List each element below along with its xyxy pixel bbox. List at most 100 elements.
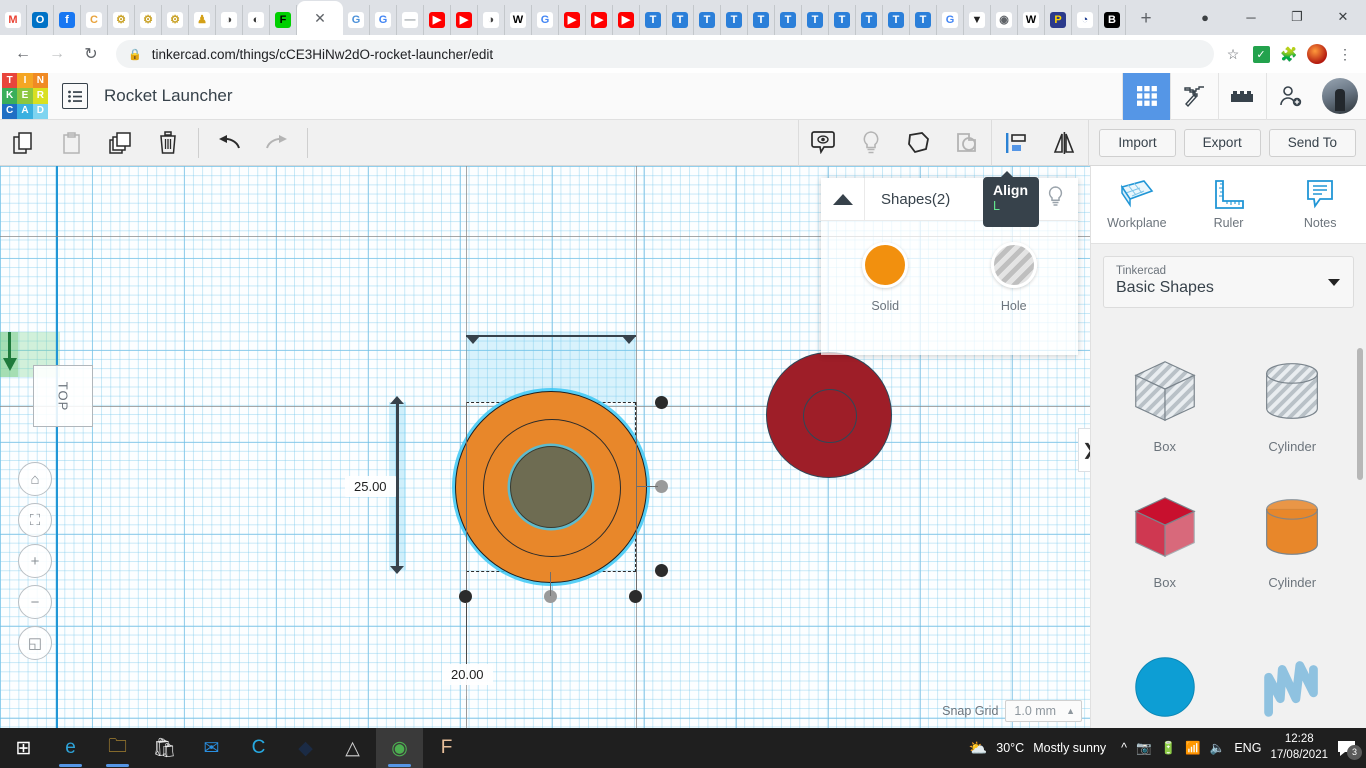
forward-arrow-icon[interactable]: → <box>42 39 72 69</box>
browser-tab-facebook[interactable]: f <box>54 5 81 35</box>
clock[interactable]: 12:28 17/08/2021 <box>1270 732 1328 763</box>
taskbar-mail-app[interactable]: ✉ <box>188 728 235 768</box>
browser-tab-globe-dark[interactable]: ◑ <box>216 5 243 35</box>
shapes-popup-panel[interactable]: Shapes(2) SolidHole <box>821 178 1078 355</box>
browser-tab-tinkercad-5[interactable]: T <box>748 5 775 35</box>
browser-tab-wikipedia-2[interactable]: W <box>1018 5 1045 35</box>
paste-icon[interactable] <box>48 120 96 166</box>
taskbar-start-button[interactable]: ⊞ <box>0 728 47 768</box>
shape-box-red[interactable]: Box <box>1101 464 1229 594</box>
shape-option-solid[interactable]: Solid <box>821 242 950 313</box>
mirror-flip-icon[interactable] <box>1040 120 1088 166</box>
redo-arrow-icon[interactable] <box>253 120 301 166</box>
solid-swatch[interactable] <box>862 242 908 288</box>
browser-tab-bird[interactable]: ◔ <box>1072 5 1099 35</box>
browser-tab-gmail[interactable]: M <box>0 5 27 35</box>
tinkercad-logo[interactable]: TINKERCAD <box>2 73 48 119</box>
sidebar-item-workplane[interactable]: Workplane <box>1091 179 1183 230</box>
notification-icon[interactable]: 3 <box>1337 740 1360 757</box>
shape-scribble-blue[interactable] <box>1229 600 1357 730</box>
browser-tab-tinkercad-active[interactable]: ✕ <box>297 1 343 35</box>
lego-bricks-icon[interactable] <box>1218 73 1266 120</box>
hole-swatch[interactable] <box>991 242 1037 288</box>
export-button[interactable]: Export <box>1184 129 1261 157</box>
grid-view-icon[interactable] <box>1122 73 1170 120</box>
browser-tab-triangle-dark[interactable]: ▼ <box>964 5 991 35</box>
profile-pin-icon[interactable]: ● <box>1182 0 1228 34</box>
browser-tab-c-orange[interactable]: C <box>81 5 108 35</box>
browser-tab-globe-dark-2[interactable]: ◑ <box>478 5 505 35</box>
taskbar-edge-browser[interactable]: e <box>47 728 94 768</box>
collapse-triangle-icon[interactable] <box>821 178 865 221</box>
taskbar-autodesk-app[interactable]: △ <box>329 728 376 768</box>
volume-icon[interactable]: 🔈 <box>1210 741 1226 756</box>
browser-tab-moon[interactable]: ◐ <box>243 5 270 35</box>
browser-tab-tinkercad-2[interactable]: T <box>667 5 694 35</box>
extensions-puzzle-icon[interactable]: 🧩 <box>1276 41 1302 67</box>
browser-tab-tinkercad-6[interactable]: T <box>775 5 802 35</box>
wifi-icon[interactable]: 📶 <box>1185 741 1201 756</box>
invite-person-icon[interactable] <box>1266 73 1314 120</box>
browser-tab-tinkercad-9[interactable]: T <box>856 5 883 35</box>
close-button[interactable]: ✕ <box>1320 0 1366 34</box>
shape-box-hole[interactable]: Box <box>1101 328 1229 458</box>
undo-arrow-icon[interactable] <box>205 120 253 166</box>
hole-center-circle[interactable] <box>510 446 592 528</box>
browser-tab-dash[interactable]: — <box>397 5 424 35</box>
browser-tab-classroom[interactable]: G <box>343 5 370 35</box>
reload-icon[interactable]: ↻ <box>76 39 106 69</box>
new-tab-button[interactable]: + <box>1132 5 1160 33</box>
light-bulb-icon[interactable] <box>847 120 895 166</box>
import-button[interactable]: Import <box>1099 129 1175 157</box>
browser-tab-fusion[interactable]: F <box>270 5 297 35</box>
duplicate-icon[interactable] <box>96 120 144 166</box>
fit-to-view-icon[interactable]: ⛶ <box>18 503 52 537</box>
browser-tab-youtube-1[interactable]: ▶ <box>424 5 451 35</box>
three-dot-menu-icon[interactable]: ⋮ <box>1332 41 1358 67</box>
browser-tab-youtube-3[interactable]: ▶ <box>559 5 586 35</box>
browser-tab-google-3[interactable]: G <box>937 5 964 35</box>
browser-tab-person[interactable]: ♟ <box>189 5 216 35</box>
browser-tab-youtube-5[interactable]: ▶ <box>613 5 640 35</box>
taskbar-fusion360-app[interactable]: F <box>423 728 470 768</box>
trash-delete-icon[interactable] <box>144 120 192 166</box>
send-to-button[interactable]: Send To <box>1269 129 1356 157</box>
chevron-down-icon[interactable] <box>1328 279 1340 286</box>
library-dropdown[interactable]: Tinkercad Basic Shapes <box>1103 256 1354 308</box>
browser-tab-robot-3[interactable]: ⚙ <box>162 5 189 35</box>
browser-tab-tinkercad-1[interactable]: T <box>640 5 667 35</box>
ungroup-shapes-icon[interactable] <box>943 120 991 166</box>
user-avatar[interactable] <box>1322 78 1358 114</box>
height-dimension-label[interactable]: 25.00 <box>345 476 396 497</box>
browser-tab-wikipedia-1[interactable]: W <box>505 5 532 35</box>
align-icon[interactable] <box>992 120 1040 166</box>
browser-tab-tinkercad-7[interactable]: T <box>802 5 829 35</box>
language-indicator[interactable]: ENG <box>1234 741 1261 755</box>
browser-tab-p21[interactable]: P <box>1045 5 1072 35</box>
browser-tab-chrome-gray[interactable]: ◉ <box>991 5 1018 35</box>
taskbar-cura-app[interactable]: C <box>235 728 282 768</box>
taskbar-chrome-browser[interactable]: ◉ <box>376 728 423 768</box>
depth-dimension-label[interactable]: 20.00 <box>442 664 493 685</box>
checkmark-extension-icon[interactable]: ✓ <box>1248 41 1274 67</box>
profile-avatar-icon[interactable] <box>1304 41 1330 67</box>
browser-tab-tinkercad-4[interactable]: T <box>721 5 748 35</box>
browser-tab-google[interactable]: G <box>370 5 397 35</box>
battery-icon[interactable]: 🔋 <box>1161 741 1177 756</box>
browser-tab-bbc[interactable]: B <box>1099 5 1126 35</box>
hamburger-list-icon[interactable] <box>62 83 88 109</box>
address-bar[interactable]: 🔒 tinkercad.com/things/cCE3HiNw2dO-rocke… <box>116 40 1214 68</box>
snap-grid-dropdown[interactable]: 1.0 mm ▲ <box>1005 700 1082 722</box>
perspective-toggle-icon[interactable]: ◱ <box>18 626 52 660</box>
camera-icon[interactable]: 📷 <box>1136 741 1152 756</box>
taskbar-diamond-app[interactable]: ◆ <box>282 728 329 768</box>
view-cube[interactable]: TOP <box>33 365 93 427</box>
browser-tab-tinkercad-8[interactable]: T <box>829 5 856 35</box>
back-arrow-icon[interactable]: ← <box>8 39 38 69</box>
tab-close-icon[interactable]: ✕ <box>314 10 326 27</box>
zoom-out-icon[interactable]: − <box>18 585 52 619</box>
home-view-icon[interactable]: ⌂ <box>18 462 52 496</box>
browser-tab-google-2[interactable]: G <box>532 5 559 35</box>
taskbar-microsoft-store[interactable]: 🛍 <box>141 728 188 768</box>
browser-tab-youtube-2[interactable]: ▶ <box>451 5 478 35</box>
